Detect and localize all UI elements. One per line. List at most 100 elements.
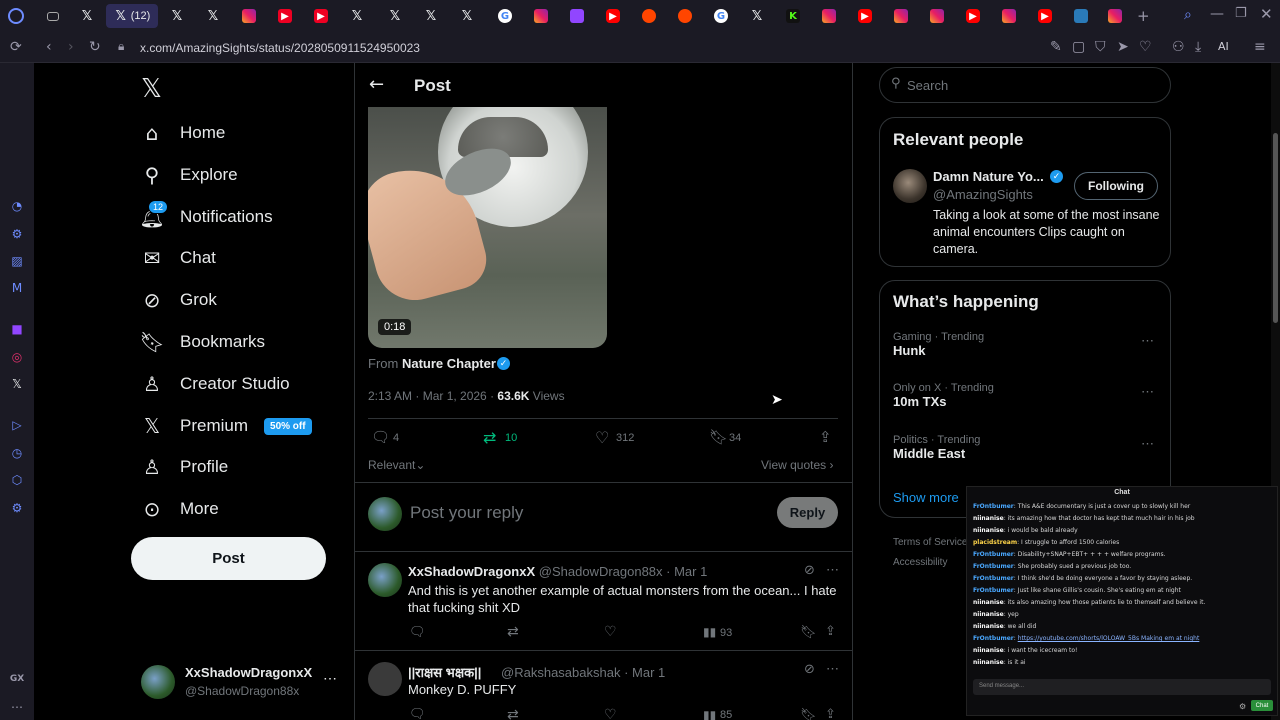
forward-icon[interactable]: › [68,39,74,55]
reply-item[interactable]: ||राक्षस भक्षक|| @Rakshasabakshak · Mar … [355,651,852,720]
tab[interactable]: 𝕏 [740,4,774,28]
restore-icon[interactable]: ❐ [1235,6,1247,21]
tab[interactable]: 𝕏 [414,4,448,28]
account-icon[interactable]: ⚇ [1172,39,1185,55]
search-input[interactable]: Search [907,78,948,93]
like-icon[interactable]: ♡ [604,707,617,720]
more-dots-icon[interactable]: ⋯ [826,661,839,677]
reply-icon[interactable]: 🗨︎ [371,428,390,446]
gx-cleaner-icon[interactable]: ▨ [9,253,25,269]
gx-bot-icon[interactable]: ⚙ [9,226,25,242]
extensions-icon[interactable]: ⬡ [9,472,25,488]
views-icon[interactable]: ▮▮ [703,625,716,639]
repost-icon[interactable]: ⇄ [507,624,519,640]
chat-send-button[interactable]: Chat [1251,700,1273,711]
nav-explore[interactable]: ⚲ Explore [140,157,238,193]
footer-link[interactable]: Accessibility [893,557,947,568]
tab[interactable]: 𝕏 [196,4,230,28]
reply-author-handle[interactable]: @Rakshasabakshak · Mar 1 [501,665,665,680]
trend-item[interactable]: Only on X · Trending 10m TXs ⋯ [893,382,1161,418]
reload-side-icon[interactable]: ⟳ [10,39,22,55]
tab[interactable]: 𝕏 [378,4,412,28]
tab[interactable] [524,4,558,28]
chat-text[interactable]: https://youtube.com/shorts/lOLOAW_5Bs Ma… [1018,635,1200,642]
like-icon[interactable]: ♡ [604,624,617,640]
chat-settings-icon[interactable]: ⚙ [1239,702,1246,711]
close-icon[interactable]: ✕ [1260,5,1273,23]
tab[interactable]: 𝕏 [340,4,374,28]
more-dots-icon[interactable]: ⋯ [9,699,25,715]
instagram-icon[interactable]: ◎ [9,349,25,365]
tab[interactable] [668,4,702,28]
trend-item[interactable]: Gaming · Trending Hunk ⋯ [893,331,1161,367]
reply-author-handle[interactable]: @ShadowDragon88x · Mar 1 [539,564,708,579]
nav-home[interactable]: ⌂ Home [140,115,226,151]
tab[interactable] [560,4,594,28]
share-icon[interactable]: ⇪ [819,428,832,446]
source-link[interactable]: Nature Chapter [402,356,496,371]
gx-mail-icon[interactable]: M [9,280,25,296]
grok-icon[interactable]: ⊘ [804,563,815,578]
nav-premium[interactable]: 𝕏 Premium 50% off [140,408,312,444]
back-icon[interactable]: ‹ [46,39,52,55]
nav-bookmarks[interactable]: 🔖︎ Bookmarks [139,324,265,360]
show-more-link[interactable]: Show more [893,490,959,505]
nav-chat[interactable]: ✉ Chat [140,240,216,276]
tab[interactable] [884,4,918,28]
person-handle[interactable]: @AmazingSights [933,187,1033,202]
snapshot-icon[interactable]: ▢ [1072,39,1085,55]
account-switcher[interactable]: XxShadowDragonxX @ShadowDragon88x ⋯ [131,658,346,706]
reply-input[interactable]: Post your reply [410,503,523,523]
bookmark-icon[interactable]: 🔖︎ [800,708,817,720]
history-icon[interactable]: ◷ [9,445,25,461]
post-button[interactable]: Post [131,537,326,580]
following-button[interactable]: Following [1074,172,1158,200]
avatar[interactable] [368,563,402,597]
avatar[interactable] [368,662,402,696]
refresh-icon[interactable]: ↻ [89,39,101,55]
search-tabs-icon[interactable]: ⌕ [1184,7,1192,23]
more-dots-icon[interactable]: ⋯ [1141,333,1154,349]
tab[interactable]: 𝕏 [70,4,104,28]
tab[interactable]: G [704,4,738,28]
bookmark-icon[interactable]: 🔖︎ [800,625,817,640]
x-logo-icon[interactable]: 𝕏 [141,74,162,104]
views-icon[interactable]: ▮▮ [703,708,716,720]
tab[interactable] [632,4,666,28]
reply-author-name[interactable]: XxShadowDragonxX [408,564,535,579]
tab[interactable]: ▶ [268,4,302,28]
heart-icon[interactable]: ♡ [1139,39,1152,55]
nav-grok[interactable]: ⊘ Grok [140,282,217,318]
search-box[interactable]: ⚲ Search [879,67,1171,103]
gx-control-icon[interactable]: ◔ [9,198,25,214]
post-timestamp[interactable]: 2:13 AM · Mar 1, 2026 · [368,389,494,403]
minimize-icon[interactable]: — [1210,6,1224,22]
tab[interactable]: K [776,4,810,28]
gx-label[interactable]: GX [9,671,25,687]
nav-profile[interactable]: ♙ Profile [140,449,228,485]
tab[interactable]: ▶ [1028,4,1062,28]
tab[interactable] [992,4,1026,28]
avatar[interactable] [893,169,927,203]
opera-logo-icon[interactable] [8,8,24,24]
footer-link[interactable]: Terms of Service [893,537,967,548]
repost-icon[interactable]: ⇄ [483,428,496,447]
view-quotes-link[interactable]: View quotes › [761,458,834,472]
tab[interactable]: 𝕏 [450,4,484,28]
twitch-icon[interactable]: ■ [9,321,25,337]
tab[interactable]: ▶ [956,4,990,28]
back-arrow-icon[interactable]: ← [369,74,384,95]
more-dots-icon[interactable]: ⋯ [826,562,839,578]
new-tab-icon[interactable]: + [1137,7,1150,25]
like-icon[interactable]: ♡ [595,428,609,447]
grok-icon[interactable]: ⊘ [804,662,815,677]
tab[interactable] [920,4,954,28]
settings-icon[interactable]: ⚙ [9,500,25,516]
reply-button[interactable]: Reply [777,497,838,528]
reply-icon[interactable]: 🗨︎ [409,625,426,640]
tab[interactable]: ▶ [848,4,882,28]
repost-icon[interactable]: ⇄ [507,707,519,720]
sort-dropdown[interactable]: Relevant⌄ [368,458,425,472]
reply-icon[interactable]: 🗨︎ [409,707,426,720]
share-icon[interactable]: ⇪ [825,624,836,639]
